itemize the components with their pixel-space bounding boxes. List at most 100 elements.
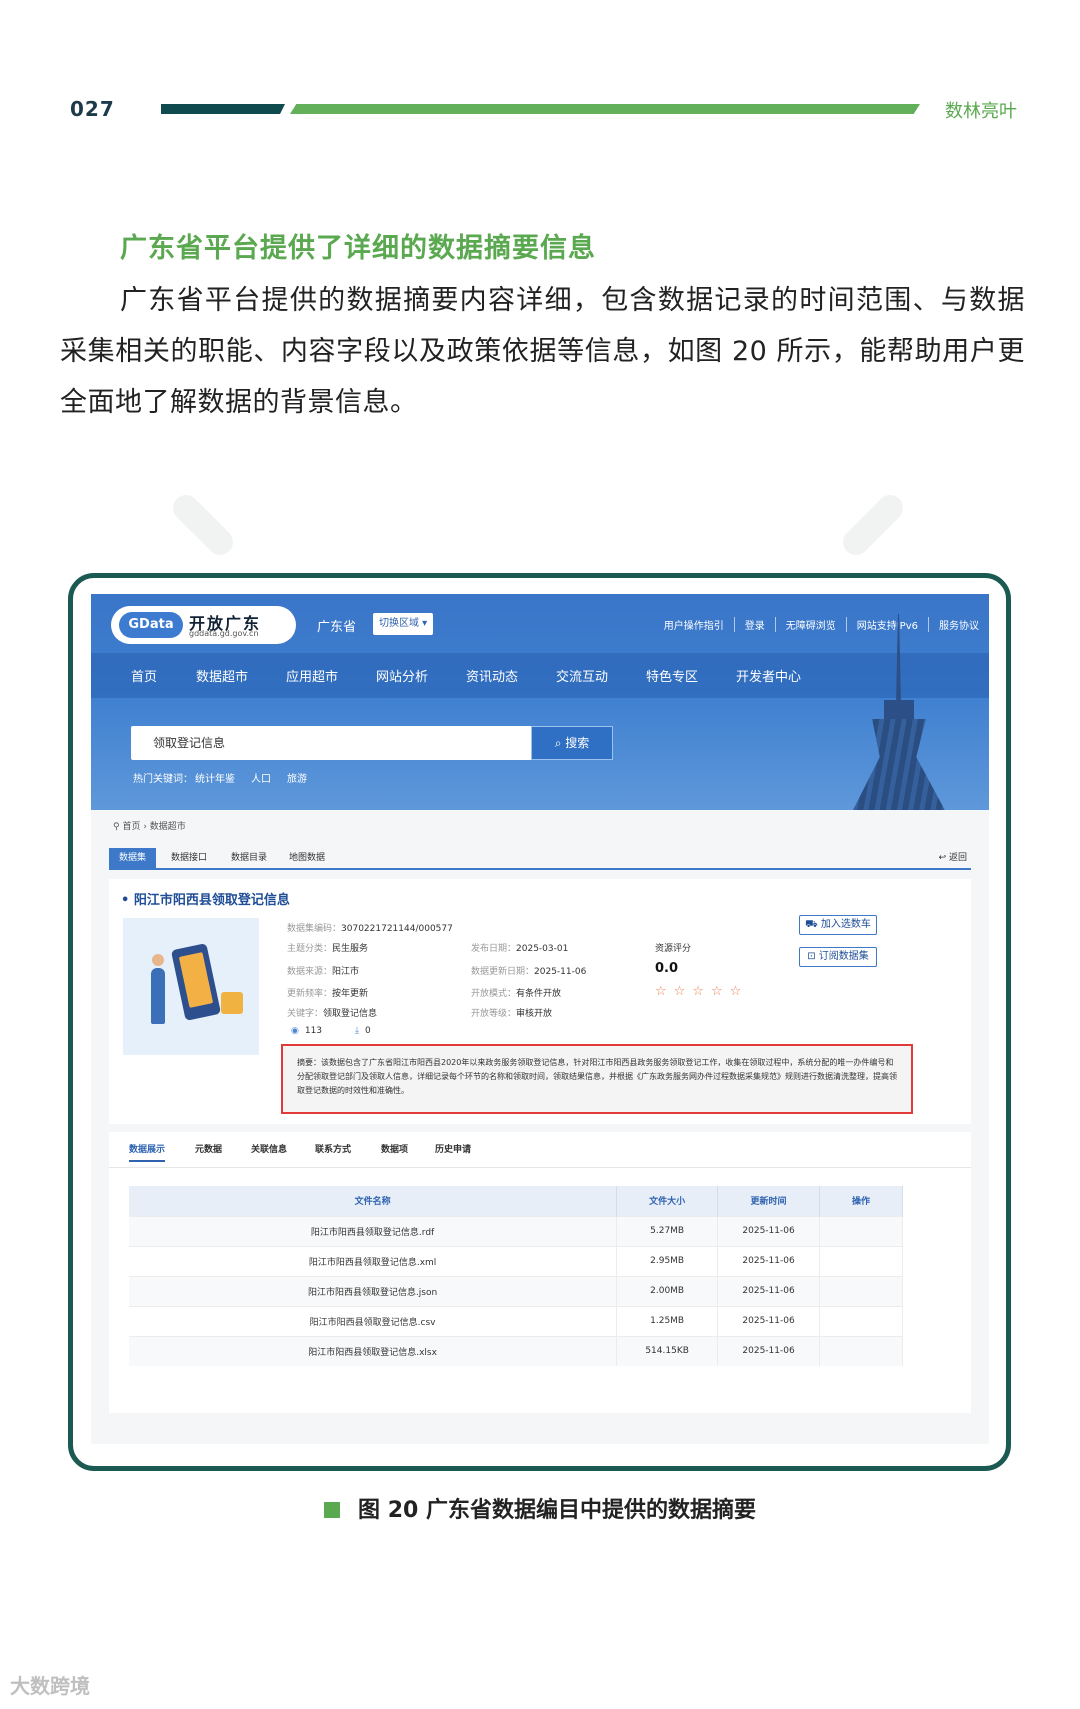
- tab-contact[interactable]: 联系方式: [315, 1142, 351, 1155]
- subscribe-icon: ⊡: [807, 951, 819, 962]
- hot-keyword[interactable]: 统计年鉴: [195, 774, 235, 785]
- nav-item-site-analysis[interactable]: 网站分析: [376, 666, 428, 685]
- embedded-screenshot: GData 开放广东 gddata.gd.gov.cn 广东省 切换区域 ▾ 用…: [91, 594, 989, 1444]
- download-count: ⤓ 0: [355, 1026, 371, 1036]
- file-name[interactable]: 阳江市阳西县领取登记信息.csv: [129, 1305, 618, 1336]
- search-input[interactable]: 领取登记信息: [131, 726, 531, 760]
- person-illustration: [152, 954, 164, 966]
- meta-value: 2025-11-06: [534, 967, 587, 977]
- detail-tabs: 数据展示 元数据 关联信息 联系方式 数据项 历史申请: [109, 1132, 971, 1168]
- person-illustration: [151, 968, 165, 1024]
- table-row: 阳江市阳西县领取登记信息.xml 2.95MB 2025-11-06: [129, 1245, 903, 1276]
- search-icon: ⌕: [554, 736, 566, 750]
- file-table: 文件名称 文件大小 更新时间 操作 阳江市阳西县领取登记信息.rdf 5.27M…: [129, 1186, 903, 1366]
- file-actions[interactable]: [819, 1335, 903, 1366]
- view-count: ◉ 113: [291, 1026, 322, 1036]
- nav-item-app-market[interactable]: 应用超市: [286, 666, 338, 685]
- hot-keyword[interactable]: 人口: [251, 774, 271, 785]
- tab-history[interactable]: 历史申请: [435, 1142, 471, 1155]
- meta-key: 开放等级：: [471, 1009, 517, 1019]
- file-name[interactable]: 阳江市阳西县领取登记信息.rdf: [129, 1215, 618, 1246]
- meta-value: 3070221721144/000577: [341, 924, 453, 934]
- tab-data-catalog[interactable]: 数据目录: [221, 848, 277, 868]
- file-size: 1.25MB: [616, 1305, 719, 1336]
- meta-code: 数据集编码：3070221721144/000577: [287, 921, 453, 934]
- watermark: 大数跨境: [10, 1674, 90, 1698]
- nav-item-interaction[interactable]: 交流互动: [556, 666, 608, 685]
- nav-item-data-market[interactable]: 数据超市: [196, 666, 248, 685]
- page-number: 027: [70, 97, 115, 121]
- nav-item-home[interactable]: 首页: [131, 666, 157, 685]
- meta-key: 数据集编码：: [287, 924, 342, 934]
- table-header-row: 文件名称 文件大小 更新时间 操作: [129, 1186, 903, 1216]
- file-name[interactable]: 阳江市阳西县领取登记信息.xml: [129, 1245, 618, 1276]
- header-bar-dark: [161, 104, 285, 114]
- hot-keyword[interactable]: 旅游: [287, 774, 307, 785]
- canton-tower-illustration: [851, 719, 947, 810]
- meta-topic: 主题分类：民生服务: [287, 941, 368, 954]
- body-paragraph: 广东省平台提供的数据摘要内容详细，包含数据记录的时间范围、与数据采集相关的职能、…: [60, 285, 1025, 418]
- hot-keywords-label: 热门关键词：: [133, 774, 193, 785]
- file-actions[interactable]: [819, 1305, 903, 1336]
- dataset-title: • 阳江市阳西县领取登记信息: [121, 893, 290, 908]
- top-link-ipv6[interactable]: 网站支持IPv6: [845, 617, 928, 632]
- rating-stars[interactable]: ☆☆☆☆☆: [655, 984, 748, 999]
- search-button[interactable]: ⌕ 搜索: [531, 726, 613, 760]
- back-link[interactable]: ↩ 返回: [939, 848, 967, 868]
- breadcrumb: ⚲ 首页 › 数据超市: [113, 819, 186, 832]
- subscribe-button[interactable]: ⊡ 订阅数据集: [799, 947, 877, 967]
- decor-capsule-left: [167, 489, 239, 561]
- file-name[interactable]: 阳江市阳西县领取登记信息.json: [129, 1275, 618, 1306]
- tab-metadata[interactable]: 元数据: [195, 1142, 222, 1155]
- top-link-agreement[interactable]: 服务协议: [928, 617, 989, 632]
- file-updated: 2025-11-06: [717, 1275, 821, 1306]
- tab-data-preview[interactable]: 数据展示: [129, 1142, 166, 1162]
- site-logo[interactable]: GData 开放广东 gddata.gd.gov.cn: [111, 606, 296, 644]
- region-switch-button[interactable]: 切换区域 ▾: [373, 613, 434, 635]
- nav-item-developer[interactable]: 开发者中心: [736, 666, 801, 685]
- cloud-logo-icon: GData: [119, 612, 183, 638]
- top-link-login[interactable]: 登录: [733, 617, 775, 632]
- file-actions[interactable]: [819, 1215, 903, 1246]
- add-to-cart-button[interactable]: ⛟ 加入选数车: [799, 915, 877, 935]
- nav-item-news[interactable]: 资讯动态: [466, 666, 518, 685]
- tab-dataset[interactable]: 数据集: [109, 848, 157, 868]
- decor-capsule-right: [837, 489, 909, 561]
- column-header: 文件名称: [129, 1186, 618, 1216]
- section-tag: 数林亮叶: [945, 101, 1017, 122]
- breadcrumb-text[interactable]: 首页 › 数据超市: [122, 822, 185, 832]
- caption-text: 图 20 广东省数据编目中提供的数据摘要: [358, 1498, 756, 1523]
- main-nav: 首页 数据超市 应用超市 网站分析 资讯动态 交流互动 特色专区 开发者中心: [91, 653, 989, 698]
- meta-key: 数据更新日期：: [471, 967, 535, 977]
- cart-icon: ⛟: [805, 919, 821, 930]
- top-link-accessibility[interactable]: 无障碍浏览: [774, 617, 846, 632]
- meta-key: 主题分类：: [287, 944, 333, 954]
- top-links: 用户操作指引 登录 无障碍浏览 网站支持IPv6 服务协议: [654, 617, 989, 632]
- tab-map-data[interactable]: 地图数据: [279, 848, 335, 868]
- tab-related-info[interactable]: 关联信息: [251, 1142, 287, 1155]
- file-list-panel: 文件名称 文件大小 更新时间 操作 阳江市阳西县领取登记信息.rdf 5.27M…: [109, 1168, 971, 1413]
- file-actions[interactable]: [819, 1275, 903, 1306]
- download-count-value: 0: [364, 1026, 371, 1036]
- meta-frequency: 更新频率：按年更新: [287, 986, 368, 999]
- tab-data-api[interactable]: 数据接口: [161, 848, 217, 868]
- header-bar-green: [290, 104, 920, 114]
- file-actions[interactable]: [819, 1245, 903, 1276]
- file-size: 514.15KB: [616, 1335, 719, 1366]
- meta-key: 更新频率：: [287, 989, 333, 999]
- top-link-guide[interactable]: 用户操作指引: [654, 617, 734, 632]
- hot-keywords: 热门关键词： 统计年鉴 人口 旅游: [133, 770, 323, 785]
- figure-frame: GData 开放广东 gddata.gd.gov.cn 广东省 切换区域 ▾ 用…: [68, 573, 1011, 1471]
- catalog-tabs: 数据集 数据接口 数据目录 地图数据 ↩ 返回: [109, 848, 971, 870]
- tab-data-items[interactable]: 数据项: [381, 1142, 408, 1155]
- meta-open-level: 开放等级：审核开放: [471, 1006, 552, 1019]
- meta-key: 关键字：: [287, 1009, 324, 1019]
- file-name[interactable]: 阳江市阳西县领取登记信息.xlsx: [129, 1335, 618, 1366]
- view-count-value: 113: [304, 1026, 323, 1036]
- nav-item-special[interactable]: 特色专区: [646, 666, 698, 685]
- table-row: 阳江市阳西县领取登记信息.csv 1.25MB 2025-11-06: [129, 1305, 903, 1336]
- meta-source: 数据来源：阳江市: [287, 964, 359, 977]
- canton-tower-illustration: [884, 700, 914, 722]
- eye-icon: ◉: [291, 1026, 299, 1036]
- file-size: 2.95MB: [616, 1245, 719, 1276]
